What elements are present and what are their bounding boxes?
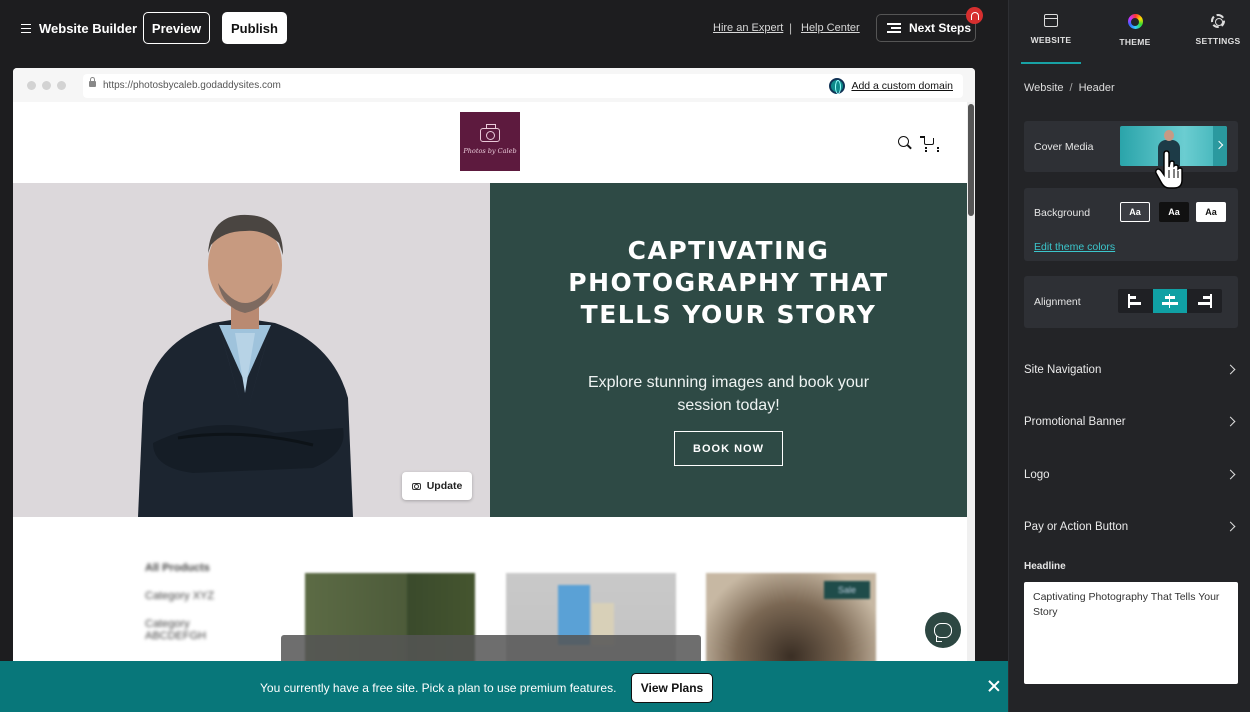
alignment-toggle <box>1118 289 1222 313</box>
chevron-right-icon <box>1225 521 1236 532</box>
preview-scrollbar[interactable] <box>967 102 975 712</box>
background-option-black[interactable]: Aa <box>1159 202 1189 222</box>
logo-item[interactable]: Logo <box>1024 469 1238 481</box>
publish-button[interactable]: Publish <box>222 12 287 44</box>
edit-theme-colors-link[interactable]: Edit theme colors <box>1034 241 1115 253</box>
window-dot-icon <box>27 81 36 90</box>
cover-media-card[interactable]: Cover Media <box>1024 121 1238 172</box>
banner-text: You currently have a free site. Pick a p… <box>260 681 617 695</box>
portrait-photo <box>13 183 490 517</box>
hire-expert-link[interactable]: Hire an Expert <box>713 22 783 34</box>
section-label: Logo <box>1024 469 1050 481</box>
link-separator: | <box>789 21 793 35</box>
promotional-banner-item[interactable]: Promotional Banner <box>1024 416 1238 428</box>
update-image-button[interactable]: Update <box>402 472 472 500</box>
site-preview-frame: https://photosbycaleb.godaddysites.com A… <box>13 68 975 712</box>
camera-icon <box>411 482 421 490</box>
preview-button[interactable]: Preview <box>143 12 210 44</box>
website-icon <box>1044 14 1058 27</box>
top-bar: Website Builder Preview Publish Hire an … <box>0 0 1008 58</box>
site-canvas: Photos by Caleb CAPTIVATING PHOTOGRAPHY … <box>13 102 967 712</box>
breadcrumb: Website / Header <box>1024 82 1115 94</box>
view-plans-button[interactable]: View Plans <box>631 673 713 703</box>
next-steps-button[interactable]: Next Steps <box>876 14 976 42</box>
site-navigation-item[interactable]: Site Navigation <box>1024 364 1238 376</box>
add-custom-domain-link[interactable]: Add a custom domain <box>829 78 953 94</box>
globe-icon <box>829 78 846 94</box>
category-link[interactable]: Category XYZ <box>145 590 214 602</box>
hero-content: CAPTIVATING PHOTOGRAPHY THAT TELLS YOUR … <box>490 183 967 517</box>
alignment-label: Alignment <box>1034 296 1081 308</box>
chevron-right-icon <box>1225 416 1236 427</box>
close-icon[interactable] <box>988 680 1000 692</box>
hero-image <box>13 183 490 517</box>
cart-icon[interactable] <box>920 136 939 150</box>
breadcrumb-root[interactable]: Website <box>1024 82 1064 94</box>
theme-icon <box>1127 14 1143 29</box>
pay-or-action-button-item[interactable]: Pay or Action Button <box>1024 521 1238 533</box>
scroll-thumb[interactable] <box>968 104 974 216</box>
url-field: https://photosbycaleb.godaddysites.com A… <box>83 74 963 98</box>
next-steps-label: Next Steps <box>909 21 972 35</box>
tab-website[interactable]: WEBSITE <box>1016 14 1086 45</box>
chat-button[interactable] <box>925 612 961 648</box>
app-title: Website Builder <box>39 21 138 36</box>
lock-icon <box>89 77 96 87</box>
tab-label: SETTINGS <box>1195 36 1241 46</box>
hero-title[interactable]: CAPTIVATING PHOTOGRAPHY THAT TELLS YOUR … <box>550 235 907 331</box>
active-tab-indicator <box>1021 62 1081 64</box>
tab-label: THEME <box>1119 37 1151 47</box>
book-now-button[interactable]: BOOK NOW <box>674 431 783 466</box>
window-dot-icon <box>42 81 51 90</box>
alignment-card: Alignment <box>1024 276 1238 328</box>
background-label: Background <box>1034 207 1091 219</box>
help-center-link[interactable]: Help Center <box>801 22 860 34</box>
preview-url-bar: https://photosbycaleb.godaddysites.com A… <box>13 68 975 102</box>
sale-badge: Sale <box>824 581 870 599</box>
headline-label: Headline <box>1024 561 1066 572</box>
chevron-right-icon <box>1225 469 1236 480</box>
align-right-button[interactable] <box>1187 289 1222 313</box>
section-label: Pay or Action Button <box>1024 521 1129 533</box>
website-builder-menu[interactable]: Website Builder <box>21 21 137 36</box>
category-link[interactable]: All Products <box>145 562 210 574</box>
search-icon[interactable] <box>898 136 909 147</box>
tab-settings[interactable]: SETTINGS <box>1183 14 1250 46</box>
align-center-button[interactable] <box>1152 289 1188 313</box>
tab-label: WEBSITE <box>1030 35 1072 45</box>
site-url: https://photosbycaleb.godaddysites.com <box>103 80 281 91</box>
checklist-icon <box>887 23 901 33</box>
breadcrumb-current: Header <box>1078 82 1115 94</box>
background-option-light[interactable]: Aa <box>1196 202 1226 222</box>
window-dot-icon <box>57 81 66 90</box>
align-left-button[interactable] <box>1118 289 1153 313</box>
headline-input[interactable]: Captivating Photography That Tells Your … <box>1024 582 1238 684</box>
section-label: Site Navigation <box>1024 364 1102 376</box>
chevron-right-icon <box>1225 364 1236 375</box>
background-option-dark[interactable]: Aa <box>1120 202 1150 222</box>
editor-panel: WEBSITE THEME SETTINGS Website / Header Co… <box>1008 0 1250 712</box>
hand-cursor-icon <box>1155 150 1183 189</box>
hero-subtitle[interactable]: Explore stunning images and book your se… <box>580 371 877 417</box>
hamburger-icon <box>21 24 31 33</box>
custom-domain-label: Add a custom domain <box>851 80 953 92</box>
section-label: Promotional Banner <box>1024 416 1126 428</box>
chevron-right-icon <box>1213 126 1227 166</box>
update-label: Update <box>426 480 463 492</box>
site-logo[interactable]: Photos by Caleb <box>460 112 520 171</box>
cover-media-label: Cover Media <box>1034 141 1094 153</box>
camera-icon <box>480 124 500 142</box>
category-link[interactable]: Category ABCDEFGH <box>145 618 225 642</box>
chat-icon <box>934 622 952 642</box>
logo-text: Photos by Caleb <box>463 147 517 155</box>
tab-theme[interactable]: THEME <box>1100 14 1170 47</box>
gear-icon <box>1211 14 1225 28</box>
free-plan-banner: You currently have a free site. Pick a p… <box>0 661 1008 712</box>
notification-bell-icon[interactable] <box>966 7 983 24</box>
background-card: Background Aa Aa Aa Edit theme colors <box>1024 188 1238 261</box>
